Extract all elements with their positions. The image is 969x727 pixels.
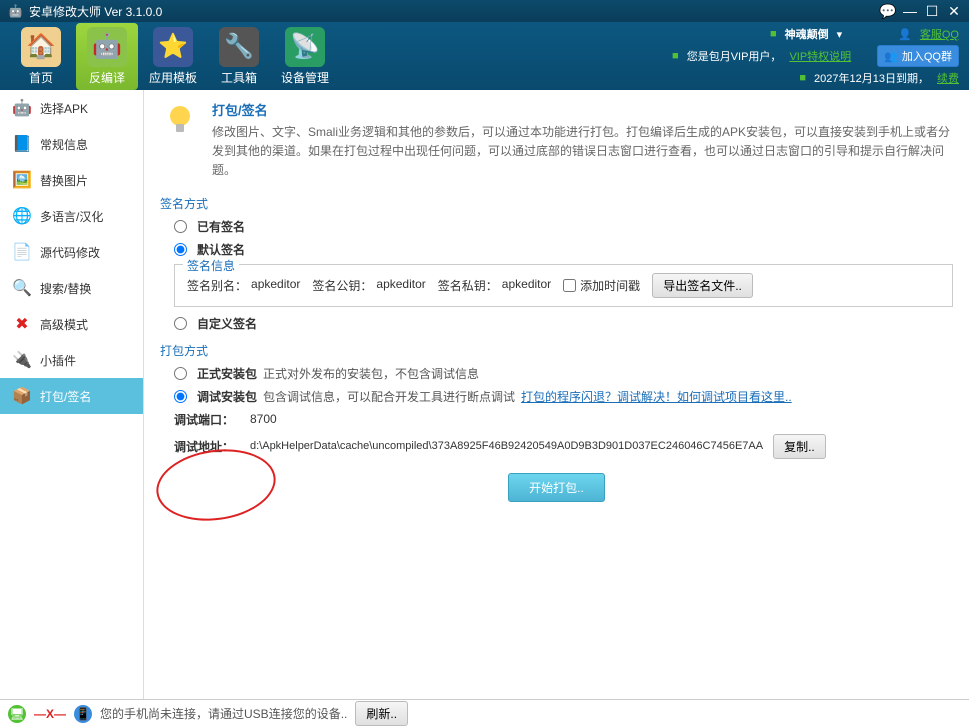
sidebar-item-source-edit[interactable]: 📄源代码修改 bbox=[0, 234, 143, 270]
start-pack-button[interactable]: 开始打包.. bbox=[508, 473, 605, 502]
radio-release-label: 正式安装包 bbox=[197, 365, 257, 382]
add-timestamp-checkbox[interactable] bbox=[563, 279, 576, 292]
user-name: 神魂颠倒 bbox=[785, 26, 829, 42]
radio-custom-label: 自定义签名 bbox=[197, 315, 257, 332]
sidebar-item-search-replace[interactable]: 🔍搜索/替换 bbox=[0, 270, 143, 306]
status-dot-pc-icon: 🖥 bbox=[8, 705, 26, 723]
lightbulb-icon bbox=[160, 100, 200, 140]
sidebar-item-replace-image[interactable]: 🖼️替换图片 bbox=[0, 162, 143, 198]
minimize-button[interactable]: — bbox=[903, 4, 917, 18]
qq-icon: 👥 bbox=[884, 50, 898, 63]
radio-release-desc: 正式对外发布的安装包，不包含调试信息 bbox=[263, 365, 479, 382]
maximize-button[interactable]: ☐ bbox=[925, 4, 939, 18]
sidebar-item-select-apk[interactable]: 🤖选择APK bbox=[0, 90, 143, 126]
qq-service-link[interactable]: 客服QQ bbox=[920, 26, 959, 42]
vip-status: 您是包月VIP用户， bbox=[687, 48, 782, 64]
export-sign-button[interactable]: 导出签名文件.. bbox=[652, 273, 753, 298]
header: 🏠 首页 🤖 反编译 ⭐ 应用模板 🔧 工具箱 📡 设备管理 ■ 神魂颠倒 ▾ … bbox=[0, 22, 969, 90]
sidebar-item-general-info[interactable]: 📘常规信息 bbox=[0, 126, 143, 162]
pack-section-label: 打包方式 bbox=[160, 342, 953, 359]
nav-toolbox[interactable]: 🔧 工具箱 bbox=[208, 23, 270, 90]
debug-addr-value: d:\ApkHelperData\cache\uncompiled\373A89… bbox=[250, 440, 763, 452]
debug-help-link[interactable]: 打包的程序闪退？调试解决！如何调试项目看这里.. bbox=[521, 388, 792, 405]
header-user-info: ■ 神魂颠倒 ▾ 👤 客服QQ ■ 您是包月VIP用户， VIP特权说明 👥 加… bbox=[672, 26, 959, 89]
copy-button[interactable]: 复制.. bbox=[773, 434, 826, 459]
sidebar-item-localization[interactable]: 🌐多语言/汉化 bbox=[0, 198, 143, 234]
page-title: 打包/签名 bbox=[212, 100, 953, 119]
sidebar-item-plugins[interactable]: 🔌小插件 bbox=[0, 342, 143, 378]
content-panel: 打包/签名 修改图片、文字、Smali业务逻辑和其他的参数后，可以通过本功能进行… bbox=[144, 90, 969, 699]
sign-info-legend: 签名信息 bbox=[183, 257, 239, 274]
sidebar-item-package-sign[interactable]: 📦打包/签名 bbox=[0, 378, 143, 414]
sidebar: 🤖选择APK 📘常规信息 🖼️替换图片 🌐多语言/汉化 📄源代码修改 🔍搜索/替… bbox=[0, 90, 144, 699]
radio-debug-desc: 包含调试信息，可以配合开发工具进行断点调试 bbox=[263, 388, 515, 405]
radio-release-pack[interactable] bbox=[174, 367, 187, 380]
dropdown-icon[interactable]: ▾ bbox=[837, 28, 843, 41]
close-button[interactable]: ✕ bbox=[947, 4, 961, 18]
chat-icon[interactable]: 💬 bbox=[881, 4, 895, 18]
radio-existing-sign[interactable] bbox=[174, 220, 187, 233]
radio-existing-label: 已有签名 bbox=[197, 218, 245, 235]
status-message: 您的手机尚未连接，请通过USB连接您的设备.. bbox=[100, 705, 347, 722]
title-bar: 🤖 安卓修改大师 Ver 3.1.0.0 💬 — ☐ ✕ bbox=[0, 0, 969, 22]
main-area: 🤖选择APK 📘常规信息 🖼️替换图片 🌐多语言/汉化 📄源代码修改 🔍搜索/替… bbox=[0, 90, 969, 699]
main-nav: 🏠 首页 🤖 反编译 ⭐ 应用模板 🔧 工具箱 📡 设备管理 bbox=[10, 23, 336, 90]
refresh-button[interactable]: 刷新.. bbox=[355, 701, 408, 726]
page-description: 修改图片、文字、Smali业务逻辑和其他的参数后，可以通过本功能进行打包。打包编… bbox=[212, 123, 953, 181]
radio-default-sign[interactable] bbox=[174, 243, 187, 256]
add-timestamp-label: 添加时间戳 bbox=[580, 277, 640, 294]
status-dot-phone-icon: 📱 bbox=[74, 705, 92, 723]
app-icon: 🤖 bbox=[8, 4, 23, 18]
sidebar-item-advanced[interactable]: ✖高级模式 bbox=[0, 306, 143, 342]
app-title: 安卓修改大师 Ver 3.1.0.0 bbox=[29, 3, 162, 20]
radio-debug-pack[interactable] bbox=[174, 390, 187, 403]
nav-devices[interactable]: 📡 设备管理 bbox=[274, 23, 336, 90]
debug-port-label: 调试端口： bbox=[174, 411, 240, 428]
debug-port-value: 8700 bbox=[250, 412, 277, 426]
connection-x-icon: —X— bbox=[34, 707, 66, 721]
vip-link[interactable]: VIP特权说明 bbox=[789, 48, 851, 64]
avatar-icon: 👤 bbox=[898, 28, 912, 41]
status-bar: 🖥 —X— 📱 您的手机尚未连接，请通过USB连接您的设备.. 刷新.. bbox=[0, 699, 969, 727]
sign-section-label: 签名方式 bbox=[160, 195, 953, 212]
sign-info-fieldset: 签名信息 签名别名：apkeditor 签名公钥：apkeditor 签名私钥：… bbox=[174, 264, 953, 307]
radio-custom-sign[interactable] bbox=[174, 317, 187, 330]
nav-home[interactable]: 🏠 首页 bbox=[10, 23, 72, 90]
radio-debug-label: 调试安装包 bbox=[197, 388, 257, 405]
nav-decompile[interactable]: 🤖 反编译 bbox=[76, 23, 138, 90]
nav-templates[interactable]: ⭐ 应用模板 bbox=[142, 23, 204, 90]
expiry-text: 2027年12月13日到期， bbox=[814, 70, 929, 86]
renew-link[interactable]: 续费 bbox=[937, 70, 959, 86]
radio-default-label: 默认签名 bbox=[197, 241, 245, 258]
debug-addr-label: 调试地址： bbox=[174, 438, 240, 455]
join-qq-button[interactable]: 👥 加入QQ群 bbox=[877, 45, 959, 67]
